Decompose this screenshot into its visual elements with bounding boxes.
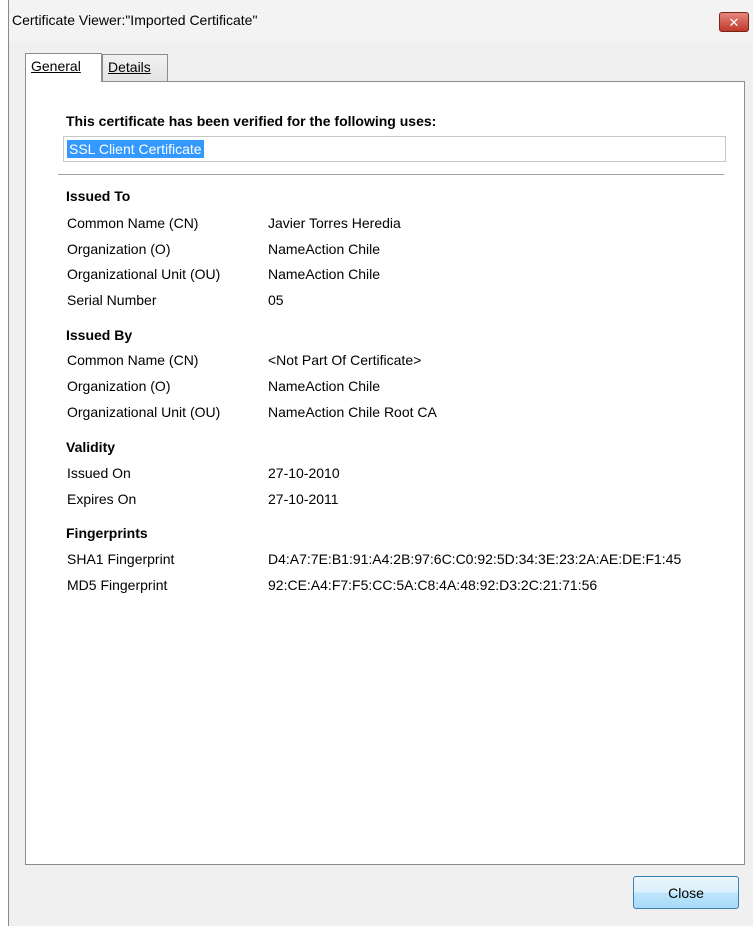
serial-number-label: Serial Number (67, 292, 157, 308)
issued-to-o-label: Organization (O) (67, 241, 171, 257)
issued-on-label: Issued On (67, 465, 131, 481)
window-close-button[interactable]: ✕ (719, 12, 749, 32)
fingerprints-heading: Fingerprints (66, 525, 148, 541)
issued-by-o-value: NameAction Chile (268, 378, 381, 394)
tab-general-label: General (31, 58, 81, 74)
close-icon: ✕ (728, 14, 740, 30)
window-title: Certificate Viewer:"Imported Certificate… (12, 12, 258, 28)
tab-details-label: Details (108, 59, 151, 75)
md5-fingerprint-value: 92:CE:A4:F7:F5:CC:5A:C8:4A:48:92:D3:2C:2… (268, 577, 598, 593)
general-panel: This certificate has been verified for t… (25, 81, 745, 865)
sha1-fingerprint-label: SHA1 Fingerprint (67, 551, 175, 567)
uses-list-item[interactable]: SSL Client Certificate (67, 140, 204, 158)
close-button-label: Close (668, 884, 704, 901)
sha1-fingerprint-value: D4:A7:7E:B1:91:A4:2B:97:6C:C0:92:5D:34:3… (268, 551, 682, 567)
issued-by-cn-label: Common Name (CN) (67, 352, 199, 368)
tab-general[interactable]: General (25, 53, 102, 82)
tab-details[interactable]: Details (102, 54, 168, 81)
close-button[interactable]: Close (633, 876, 739, 909)
md5-fingerprint-label: MD5 Fingerprint (67, 577, 168, 593)
issued-to-cn-value: Javier Torres Heredia (268, 215, 401, 231)
issued-to-o-value: NameAction Chile (268, 241, 381, 257)
uses-list[interactable]: SSL Client Certificate (63, 136, 726, 162)
issued-by-ou-value: NameAction Chile Root CA (268, 404, 437, 420)
issued-by-o-label: Organization (O) (67, 378, 171, 394)
issued-to-ou-value: NameAction Chile (268, 266, 381, 282)
issued-by-cn-value: <Not Part Of Certificate> (268, 352, 422, 368)
expires-on-label: Expires On (67, 491, 137, 507)
issued-to-heading: Issued To (66, 188, 131, 204)
serial-number-value: 05 (268, 292, 284, 308)
uses-heading: This certificate has been verified for t… (66, 113, 437, 129)
issued-by-heading: Issued By (66, 327, 133, 343)
certificate-viewer-window: Certificate Viewer:"Imported Certificate… (8, 0, 753, 926)
issued-by-ou-label: Organizational Unit (OU) (67, 404, 221, 420)
issued-to-cn-label: Common Name (CN) (67, 215, 199, 231)
validity-heading: Validity (66, 439, 116, 455)
issued-on-value: 27-10-2010 (268, 465, 340, 481)
title-bar[interactable]: Certificate Viewer:"Imported Certificate… (9, 0, 753, 42)
issued-to-ou-label: Organizational Unit (OU) (67, 266, 221, 282)
separator (58, 174, 724, 175)
expires-on-value: 27-10-2011 (268, 491, 339, 507)
